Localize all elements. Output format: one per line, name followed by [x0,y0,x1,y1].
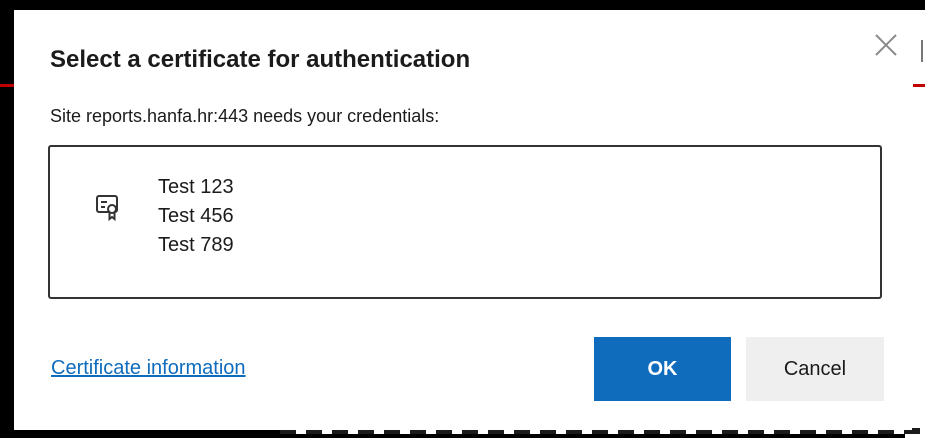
certificate-items: Test 123 Test 456 Test 789 [158,173,234,260]
certificate-dialog: Select a certificate for authentication … [14,10,912,430]
dialog-subtitle: Site reports.hanfa.hr:443 needs your cre… [50,106,440,126]
certificate-list[interactable]: Test 123 Test 456 Test 789 [48,145,882,299]
background-red-line-right [913,84,925,87]
ok-button[interactable]: OK [594,337,731,401]
dialog-title: Select a certificate for authentication [50,46,471,73]
certificate-item-1[interactable]: Test 123 [158,173,234,202]
close-button[interactable] [869,28,903,62]
certificate-icon [96,195,118,222]
background-text-fragment [921,40,923,62]
certificate-item-3[interactable]: Test 789 [158,231,234,260]
cancel-button[interactable]: Cancel [746,337,884,401]
certificate-item-2[interactable]: Test 456 [158,202,234,231]
background-red-line [0,84,14,87]
certificate-information-link[interactable]: Certificate information [51,357,246,380]
close-icon [875,34,897,56]
